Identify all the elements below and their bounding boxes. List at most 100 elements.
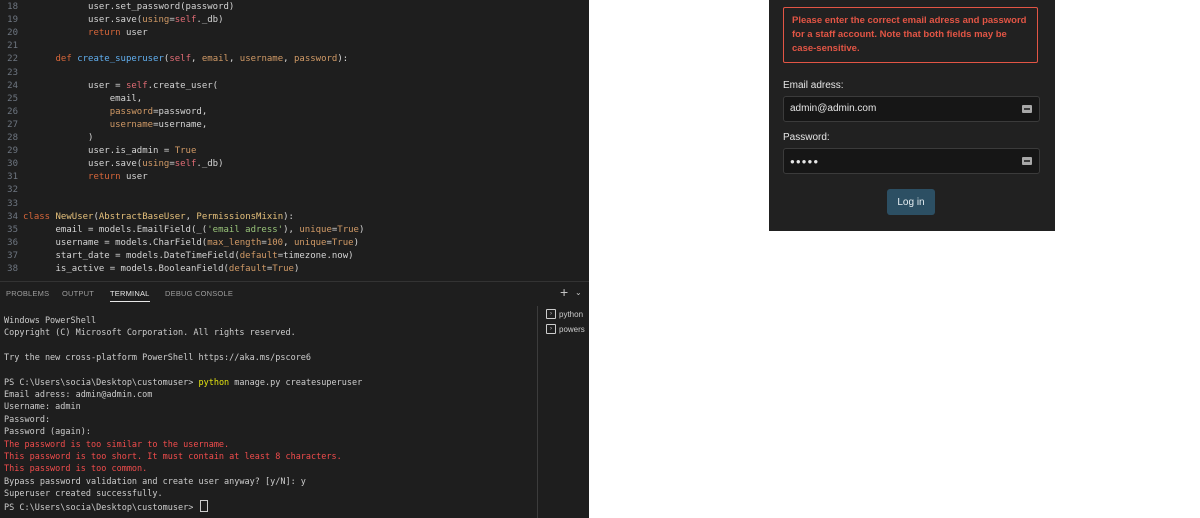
code-text: user.is_admin = True [23, 146, 197, 157]
code-text: is_active = models.BooleanField(default=… [23, 264, 300, 274]
line-number: 30 [7, 159, 18, 170]
code-line: 28 ) [0, 132, 589, 145]
terminal-line: Windows PowerShell [4, 316, 97, 326]
line-number: 29 [7, 146, 18, 157]
terminal-line: Bypass password validation and create us… [4, 476, 306, 487]
line-number: 37 [7, 250, 18, 261]
terminal-line: This password is too common. [4, 464, 148, 475]
code-line: 31 return user [0, 171, 589, 184]
autofill-key-icon[interactable] [1022, 157, 1032, 165]
terminal-line: Copyright (C) Microsoft Corporation. All… [4, 328, 296, 339]
code-line: 18 user.set_password(password) [0, 1, 589, 14]
email-value: admin@admin.com [790, 103, 877, 114]
terminal-output[interactable]: Windows PowerShell Copyright (C) Microsof… [0, 306, 537, 518]
vscode-window: 18 user.set_password(password) 19 user.sa… [0, 0, 589, 518]
code-text: def create_superuser(self, email, userna… [55, 54, 349, 65]
plus-icon[interactable]: + [560, 283, 568, 301]
password-label: Password: [783, 132, 830, 143]
line-number: 24 [7, 80, 18, 91]
tab-debug-console[interactable]: DEBUG CONSOLE [165, 287, 233, 301]
terminal-line: PS C:\Users\socia\Desktop\customuser> py… [4, 377, 363, 388]
code-line: 34 class NewUser(AbstractBaseUser, Permis… [0, 211, 589, 224]
code-text: ) [23, 133, 94, 143]
code-line: 25 email, [0, 93, 589, 106]
panel-tab-bar: PROBLEMS OUTPUT TERMINAL DEBUG CONSOLE [0, 281, 589, 306]
terminal-line: Password: [4, 414, 51, 425]
code-line: 30 user.save(using=self._db) [0, 158, 589, 171]
line-number: 19 [7, 15, 18, 26]
code-text: user.save(using=self._db) [23, 159, 224, 170]
code-line: 23 [0, 67, 589, 80]
terminal-line: Try the new cross-platform PowerShell ht… [4, 353, 312, 364]
line-number: 34 [7, 211, 18, 222]
chevron-down-icon[interactable]: ⌄ [575, 287, 582, 299]
line-number: 31 [7, 172, 18, 183]
line-number: 18 [7, 2, 18, 12]
line-number: 35 [7, 224, 18, 235]
code-line: 38 is_active = models.BooleanField(defau… [0, 263, 589, 276]
code-text: class NewUser(AbstractBaseUser, Permissi… [23, 211, 294, 222]
code-text: email = models.EmailField(_('email adres… [23, 224, 365, 235]
terminal-line: This password is too short. It must cont… [4, 451, 342, 462]
terminal-cursor [200, 500, 209, 513]
password-value: ●●●●● [790, 157, 820, 166]
code-text: username=username, [109, 119, 208, 130]
code-text: email, [23, 93, 143, 104]
password-field[interactable]: ●●●●● [783, 148, 1040, 174]
code-line: 24 user = self.create_user( [0, 80, 589, 93]
error-message: Please enter the correct email adress an… [783, 7, 1038, 63]
code-text: user.set_password(password) [23, 2, 235, 12]
code-line: 21 [0, 40, 589, 53]
code-line: 22 def create_superuser(self, email, use… [0, 53, 589, 66]
code-line: 29 user.is_admin = True [0, 145, 589, 158]
code-text: user = self.create_user( [23, 80, 219, 91]
tab-output[interactable]: OUTPUT [62, 287, 94, 301]
line-number: 27 [7, 119, 18, 130]
line-number: 36 [7, 237, 18, 248]
line-number: 32 [7, 185, 18, 196]
terminal-line: PS C:\Users\socia\Desktop\customuser> [4, 500, 209, 513]
code-line: 37 start_date = models.DateTimeField(def… [0, 250, 589, 263]
email-field[interactable]: admin@admin.com [783, 96, 1040, 122]
code-text: start_date = models.DateTimeField(defaul… [23, 250, 354, 261]
line-number: 21 [7, 41, 18, 52]
code-line: 35 email = models.EmailField(_('email ad… [0, 224, 589, 237]
terminal-icon: › [546, 324, 556, 334]
terminal-line: Password (again): [4, 427, 91, 438]
code-editor[interactable]: 18 user.set_password(password) 19 user.sa… [0, 0, 589, 280]
line-number: 22 [7, 54, 18, 65]
line-number: 25 [7, 93, 18, 104]
code-line: 33 [0, 198, 589, 211]
code-line: 26 password=password, [0, 106, 589, 119]
line-number: 20 [7, 28, 18, 39]
terminal-session-label: python [559, 309, 584, 319]
code-text: user.save(using=self._db) [23, 15, 224, 26]
code-line: 20 return user [0, 27, 589, 40]
code-text: password=password, [109, 106, 208, 117]
code-line: 36 username = models.CharField(max_lengt… [0, 237, 589, 250]
line-number: 38 [7, 264, 18, 274]
terminal-session-list: › python › powers [537, 306, 589, 518]
terminal-line: Username: admin [4, 402, 81, 413]
code-line: 19 user.save(using=self._db) [0, 14, 589, 27]
autofill-key-icon[interactable] [1022, 105, 1032, 113]
terminal-line: Email adress: admin@admin.com [4, 390, 153, 401]
tab-terminal[interactable]: TERMINAL [110, 287, 150, 302]
code-text: return user [88, 28, 148, 39]
login-button[interactable]: Log in [887, 189, 935, 215]
line-number: 33 [7, 198, 18, 209]
code-line: 32 [0, 184, 589, 197]
terminal-session-item[interactable]: › python [546, 307, 583, 321]
terminal-session-item[interactable]: › powers [546, 322, 585, 336]
code-text: username = models.CharField(max_length=1… [23, 237, 360, 248]
terminal-icon: › [546, 309, 556, 319]
code-text: return user [88, 172, 148, 183]
terminal-line: The password is too similar to the usern… [4, 439, 230, 450]
tab-problems[interactable]: PROBLEMS [6, 287, 49, 301]
terminal-session-label: powers [559, 324, 585, 334]
login-card: Please enter the correct email adress an… [769, 0, 1055, 231]
terminal-line: Superuser created successfully. [4, 488, 163, 499]
line-number: 26 [7, 106, 18, 117]
line-number: 28 [7, 133, 18, 143]
code-line: 27 username=username, [0, 119, 589, 132]
